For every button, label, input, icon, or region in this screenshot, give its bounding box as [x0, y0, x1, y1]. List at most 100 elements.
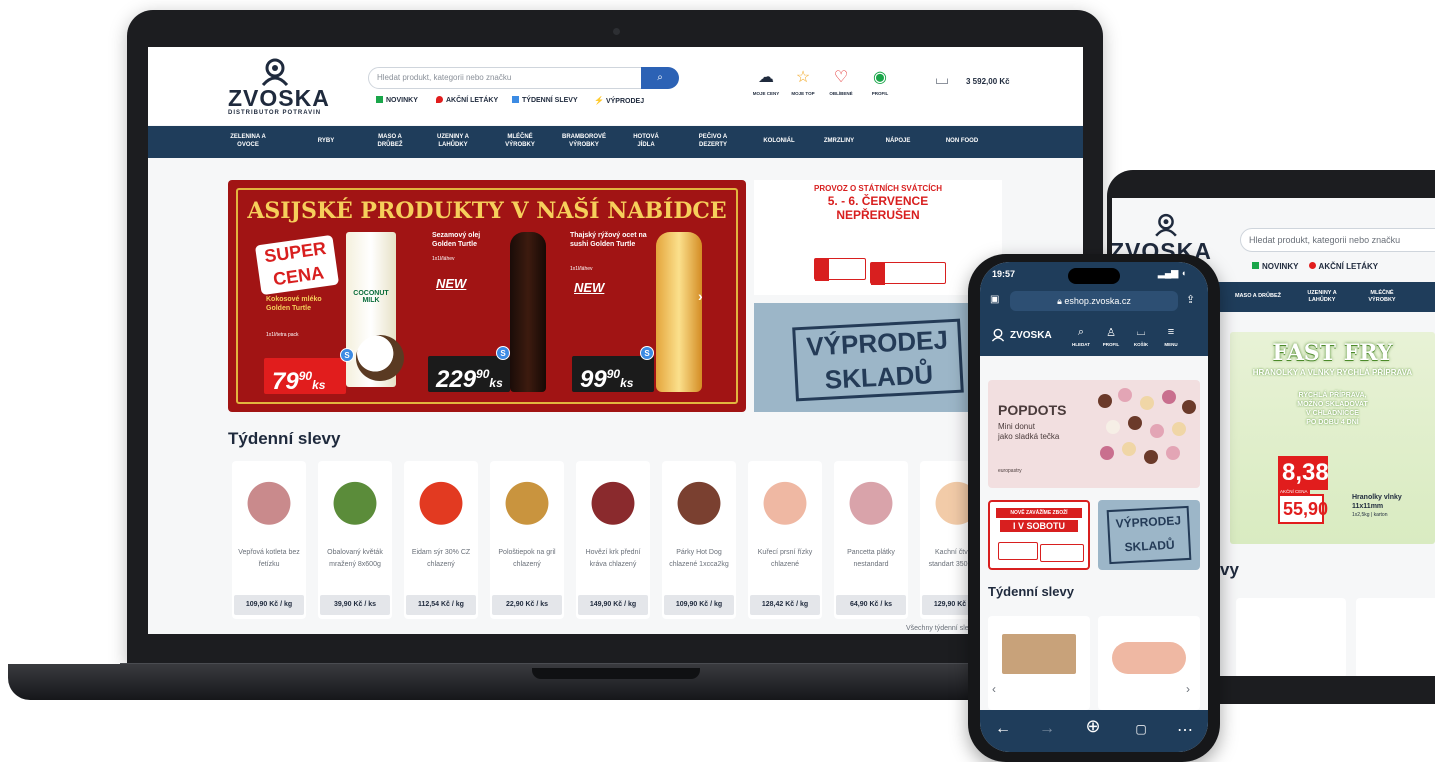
nav-item[interactable]: RYBY	[306, 126, 346, 158]
product-card[interactable]: Hovězí krk přední kráva chlazený 149,90 …	[576, 461, 650, 619]
back-icon[interactable]: ←	[988, 720, 1018, 738]
new-tab-icon[interactable]: ⊕	[1078, 716, 1108, 737]
cart-icon[interactable]: ⌴	[1126, 326, 1156, 339]
search-button[interactable]: ⌕	[641, 67, 679, 89]
product-image	[1002, 634, 1076, 674]
search-field[interactable]: Hledat produkt, kategorii nebo značku	[1240, 228, 1435, 252]
forward-icon[interactable]: →	[1032, 720, 1062, 738]
search-icon[interactable]: ⌕	[1066, 326, 1096, 339]
nav-item[interactable]: UZENINY A LAHŮDKY	[430, 126, 476, 158]
nav-item[interactable]: ZMRZLINY	[816, 126, 862, 158]
nav-item[interactable]: MLÉČNÉ VÝROBKY	[1362, 282, 1402, 312]
nav-item[interactable]: NON FOOD	[938, 126, 986, 158]
fast-fry-banner[interactable]: FAST FRY HRANOLKY A VLNKY RYCHLÁ PŘÍPRAV…	[1230, 332, 1435, 544]
product-price: 109,90 Kč / kg	[664, 595, 734, 615]
product-price: 149,90 Kč / kg	[578, 595, 648, 615]
product-card[interactable]	[1236, 598, 1346, 676]
product-card[interactable]: Kuřecí prsní řízky chlazené 128,42 Kč / …	[748, 461, 822, 619]
user-icon[interactable]: ◉	[868, 67, 892, 89]
user-icon[interactable]: ♙	[1096, 326, 1126, 339]
hero-product-name: Sezamový olej Golden Turtle	[432, 232, 481, 248]
chevron-right-icon[interactable]: ›	[1186, 682, 1190, 696]
hero-carousel[interactable]: ASIJSKÉ PRODUKTY V NAŠÍ NABÍDCE SUPER CE…	[228, 180, 746, 412]
tab-count-icon[interactable]: ▢	[1126, 722, 1156, 736]
nav-item[interactable]: MASO A DRŮBEŽ	[1230, 282, 1286, 312]
product-card[interactable]: Pološtiepok na gril chlazený 22,90 Kč / …	[490, 461, 564, 619]
donut-image	[1144, 450, 1158, 464]
truck-icon	[998, 542, 1038, 560]
logo-icon[interactable]	[990, 328, 1006, 342]
clearance-banner[interactable]: VÝPRODEJ SKLADŮ	[754, 303, 1002, 412]
popdots-banner[interactable]: POPDOTS Mini donut jako sladká tečka eur…	[988, 380, 1200, 488]
hero-price-3: 9990ks	[572, 356, 654, 393]
product-card[interactable]: Pancetta plátky nestandard 64,90 Kč / ks	[834, 461, 908, 619]
weekly-deals-title: Týdenní slevy	[228, 429, 341, 448]
quick-link-akcni-letaky[interactable]: AKČNÍ LETÁKY	[436, 96, 498, 104]
search-field[interactable]: Hledat produkt, kategorii nebo značku ⌕	[368, 67, 679, 89]
nav-item[interactable]: UZENINY A LAHŮDKY	[1302, 282, 1342, 312]
heart-icon[interactable]: ♡	[829, 67, 853, 89]
url-field[interactable]: 🔒︎ eshop.zvoska.cz	[1010, 291, 1178, 311]
quick-link-akcni-letaky[interactable]: AKČNÍ LETÁKY	[1319, 262, 1379, 271]
cart-icon[interactable]: ⌴	[930, 69, 954, 91]
nav-label-profil[interactable]: PROFIL	[1096, 342, 1126, 347]
banner-price-old: 8,38	[1278, 456, 1329, 490]
nav-item[interactable]: ZELENINA A OVOCE	[226, 126, 270, 158]
more-icon[interactable]: ⋯	[1170, 720, 1200, 740]
quick-link-novinky[interactable]: NOVINKY	[1262, 262, 1298, 271]
piggy-bank-icon[interactable]: ☁	[754, 67, 778, 89]
nav-item[interactable]: KOLONIÁL	[754, 126, 804, 158]
hero-price-2: 22990ks	[428, 356, 510, 393]
product-card[interactable]: ›	[1098, 616, 1200, 710]
all-weekly-deals-link[interactable]: Všechny týdenní slevy	[906, 625, 976, 632]
product-card[interactable]	[1356, 598, 1435, 676]
logo-wordmark[interactable]: ZVOSKA	[228, 85, 330, 112]
banner-price-new: 55,90	[1278, 494, 1328, 524]
banner-subtitle: HRANOLKY A VLNKY RYCHLÁ PŘÍPRAVA	[1252, 368, 1413, 377]
price-dec: 90	[606, 367, 621, 381]
product-name: Eidam sýr 30% CZ chlazený	[411, 549, 471, 568]
nav-item[interactable]: MASO A DRŮBEŽ	[368, 126, 412, 158]
logo-icon[interactable]	[258, 57, 292, 87]
fire-icon	[436, 96, 443, 103]
quick-link-tydenni-slevy[interactable]: TÝDENNÍ SLEVY	[512, 96, 578, 104]
tabs-icon[interactable]: ▣	[990, 294, 999, 305]
product-card[interactable]: Obalovaný květák mražený 8x600g 39,90 Kč…	[318, 461, 392, 619]
product-name: Párky Hot Dog chlazené 1xcca2kg	[669, 549, 729, 568]
product-card[interactable]: Párky Hot Dog chlazené 1xcca2kg 109,90 K…	[662, 461, 736, 619]
logo-wordmark[interactable]: ZVOSKA	[1010, 330, 1052, 341]
nav-item[interactable]: MLÉČNÉ VÝROBKY	[498, 126, 542, 158]
chevron-left-icon[interactable]: ‹	[992, 682, 996, 696]
quick-link-novinky[interactable]: NOVINKY	[376, 96, 418, 104]
menu-icon[interactable]: ≡	[1156, 326, 1186, 338]
browser-address-bar: ▣ 🔒︎ eshop.zvoska.cz ⇪	[980, 288, 1208, 316]
carousel-next-icon[interactable]: ›	[698, 288, 703, 304]
status-time: 19:57	[992, 269, 1016, 279]
nav-label-kosik[interactable]: KOŠÍK	[1126, 342, 1156, 347]
nav-item[interactable]: BRAMBOROVÉ VÝROBKY	[556, 126, 612, 158]
banner-text-3: V CHLADNIČCE	[1306, 410, 1359, 417]
clearance-stamp: VÝPRODEJ SKLADŮ	[1106, 505, 1192, 565]
nav-item[interactable]: NÁPOJE	[878, 126, 918, 158]
nav-label-hledat[interactable]: HLEDAT	[1066, 342, 1096, 347]
nav-item[interactable]: HOTOVÁ JÍDLA	[626, 126, 666, 158]
quick-links: NOVINKY AKČNÍ LETÁKY	[1252, 262, 1378, 271]
s-badge: S	[340, 348, 354, 362]
rice-vinegar-bottle	[656, 232, 702, 392]
banner-product-name: Hranolky vlnky	[1352, 494, 1402, 501]
cart-total[interactable]: 3 592,00 Kč	[966, 77, 1010, 86]
truck-icon	[814, 258, 866, 281]
nav-item[interactable]: PEČIVO A DEZERTY	[688, 126, 738, 158]
quick-link-vyprodej[interactable]: ⚡ VÝPRODEJ	[594, 96, 644, 105]
clearance-banner[interactable]: VÝPRODEJ SKLADŮ	[1098, 500, 1200, 570]
logo-icon[interactable]	[1152, 212, 1180, 238]
product-card[interactable]: ‹	[988, 616, 1090, 710]
product-card[interactable]: Vepřová kotleta bez řetízku 109,90 Kč / …	[232, 461, 306, 619]
saturday-delivery-banner[interactable]: NOVĚ ZAVÁŽÍME ZBOŽÍ I V SOBOTU	[988, 500, 1090, 570]
share-icon[interactable]: ⇪	[1186, 293, 1195, 306]
holiday-banner[interactable]: PROVOZ O STÁTNÍCH SVÁTCÍCH 5. - 6. ČERVE…	[754, 180, 1002, 295]
product-image	[841, 467, 901, 533]
star-icon[interactable]: ☆	[791, 67, 815, 89]
nav-label-menu[interactable]: MENU	[1156, 342, 1186, 347]
product-card[interactable]: Eidam sýr 30% CZ chlazený 112,54 Kč / kg	[404, 461, 478, 619]
